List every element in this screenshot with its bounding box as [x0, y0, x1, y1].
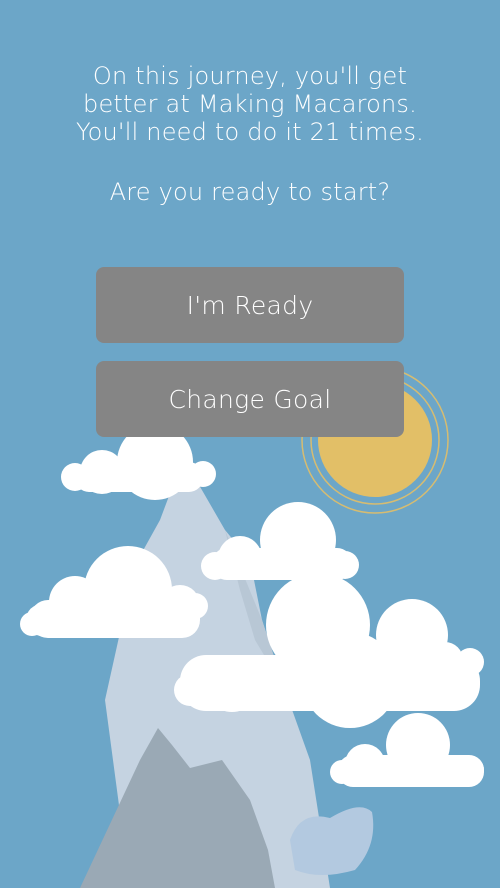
ready-question: Are you ready to start?: [109, 178, 391, 206]
im-ready-button[interactable]: I'm Ready: [96, 267, 404, 343]
intro-line-3: You'll need to do it 21 times.: [75, 118, 425, 146]
change-goal-button[interactable]: Change Goal: [96, 361, 404, 437]
intro-line-2: better at Making Macarons.: [83, 90, 417, 118]
intro-line-1: On this journey, you'll get: [92, 62, 408, 90]
journey-intro-text: On this journey, you'll get better at Ma…: [0, 62, 500, 206]
change-goal-button-label: Change Goal: [168, 384, 332, 414]
im-ready-button-label: I'm Ready: [186, 290, 314, 320]
